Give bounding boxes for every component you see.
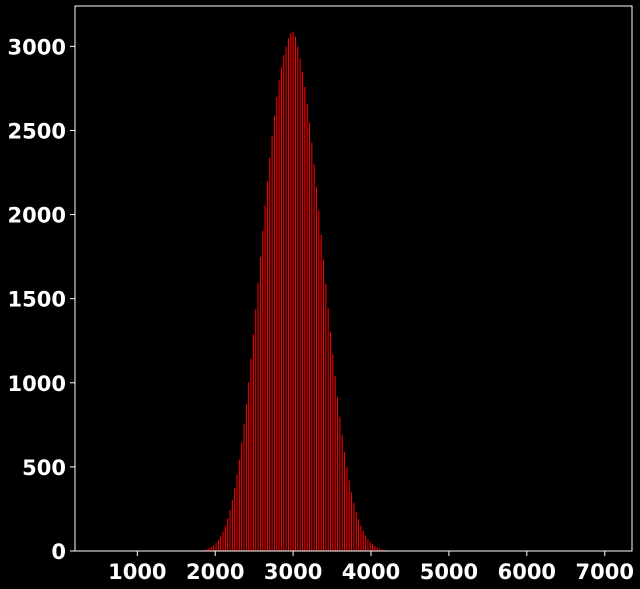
y-tick-label: 1500 [8,288,66,312]
histogram-bar [346,467,348,551]
histogram-bar [290,33,292,551]
histogram-bar [306,104,308,551]
chart-background [0,0,640,585]
chart-svg: 1000 2000 3000 4000 5000 6000 7000 0 500 1000 1500… [0,0,640,585]
histogram-bar [222,531,224,551]
histogram-bar [234,488,236,551]
histogram-bar [250,358,252,551]
histogram-bar [341,435,343,551]
histogram-bar [229,510,231,551]
histogram-bar [239,459,241,551]
histogram-bar [255,309,257,551]
x-tick-label: 4000 [342,560,400,584]
histogram-bar [276,97,278,551]
histogram-bar [297,46,299,551]
histogram-bar [246,404,248,551]
histogram-bar [334,376,336,551]
histogram-bar [232,500,234,551]
histogram-bar [281,67,283,551]
y-tick-label: 2000 [8,204,66,228]
x-tick-label: 6000 [498,560,556,584]
histogram-bar [320,235,322,551]
histogram-bar [323,259,325,551]
histogram-bar [292,31,294,551]
y-tick-label: 2500 [8,119,66,143]
histogram-bar [271,136,273,551]
histogram-bar [374,546,376,551]
histogram-bar [339,416,341,551]
histogram-bar [376,547,378,551]
histogram-bar [262,231,264,551]
histogram-bar [264,205,266,551]
histogram-bar [220,536,222,551]
x-tick-label: 7000 [576,560,634,584]
y-tick-label: 500 [22,456,66,480]
histogram-bar [236,474,238,551]
histogram-bar [311,142,313,551]
histogram-bar [330,331,332,551]
histogram-bar [316,187,318,551]
histogram-bar [348,480,350,551]
x-tick-label: 3000 [264,560,322,584]
histogram-bar [337,397,339,551]
histogram-bar [332,354,334,551]
histogram-bar [295,36,297,551]
histogram-bar [344,452,346,551]
histogram-bar [299,58,301,551]
histogram-bar [358,519,360,551]
histogram-bar [351,492,353,551]
histogram-bar [302,72,304,551]
histogram-bar [260,257,262,551]
histogram-bar [215,543,217,551]
histogram-bar [285,46,287,551]
histogram-bar [278,80,280,551]
x-tick-label: 2000 [186,560,244,584]
y-tick-label: 0 [51,540,66,564]
histogram-bar [257,283,259,551]
histogram-bar [225,525,227,551]
histogram-bar [372,544,374,551]
histogram-bar [327,308,329,551]
histogram-bar [367,539,369,551]
histogram-bar [325,284,327,551]
histogram-bar [304,87,306,551]
histogram-bar [269,157,271,551]
histogram-bar [211,547,213,551]
y-tick-label: 1000 [8,372,66,396]
histogram-bar [355,511,357,551]
histogram-bar [218,540,220,551]
histogram-bar [318,210,320,551]
histogram-bar [360,525,362,551]
histogram-bar [288,38,290,551]
histogram-bar [241,443,243,551]
histogram-bar [248,382,250,551]
histogram-bar [253,334,255,551]
x-tick-label: 1000 [108,560,166,584]
histogram-bar [313,164,315,551]
histogram-chart: 1000 2000 3000 4000 5000 6000 7000 0 500 1000 1500… [0,0,640,585]
y-tick-label: 3000 [8,35,66,59]
histogram-bar [243,424,245,551]
histogram-bar [353,503,355,551]
histogram-bar [274,115,276,551]
histogram-bar [213,545,215,551]
histogram-bar [227,518,229,551]
x-tick-label: 5000 [420,560,478,584]
histogram-bar [369,542,371,551]
histogram-bar [362,531,364,551]
histogram-bar [365,535,367,551]
histogram-bar [283,55,285,551]
histogram-bar [267,181,269,551]
histogram-bar [309,122,311,551]
